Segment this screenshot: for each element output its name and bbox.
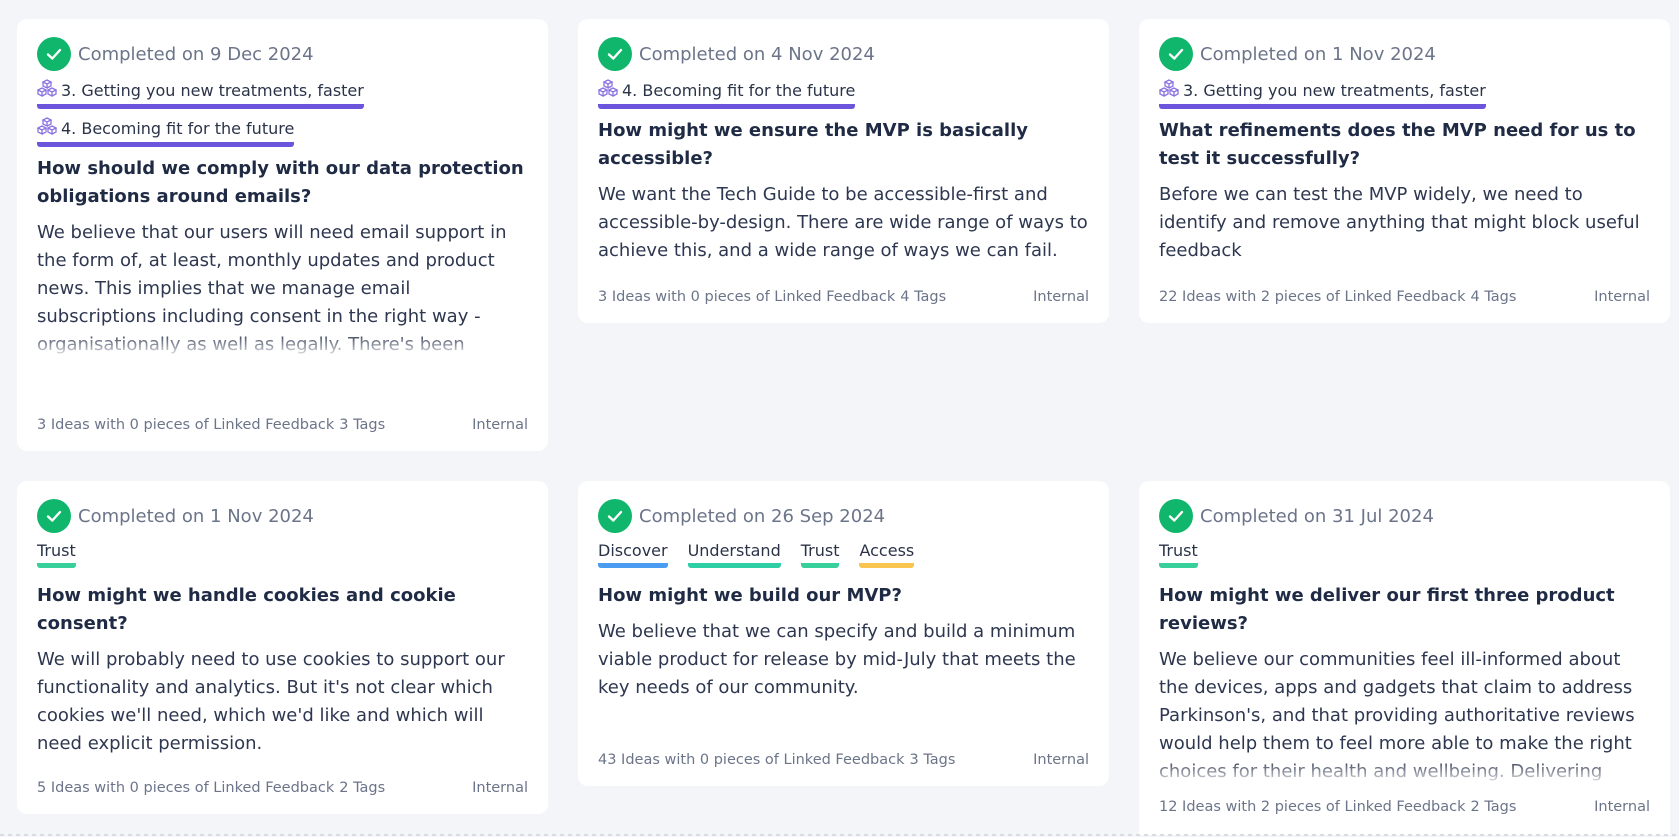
visibility-label: Internal	[472, 780, 528, 796]
theme-tag[interactable]: 4. Becoming fit for the future	[36, 117, 295, 147]
tags-count: 4 Tags	[1470, 289, 1517, 305]
status-row: Completed on 31 Jul 2024	[1159, 499, 1650, 533]
card-title[interactable]: How might we ensure the MVP is basically…	[598, 117, 1089, 173]
visibility-label: Internal	[472, 417, 528, 433]
ideas-count: 43 Ideas with 0 pieces of Linked Feedbac…	[598, 752, 905, 768]
problem-card[interactable]: Completed on 31 Jul 2024 Trust How might…	[1139, 481, 1670, 835]
theme-tag[interactable]: 4. Becoming fit for the future	[597, 79, 856, 109]
problem-card[interactable]: Completed on 1 Nov 2024 Trust How might …	[17, 481, 548, 814]
card-title[interactable]: How might we deliver our first three pro…	[1159, 582, 1650, 638]
ideas-count: 12 Ideas with 2 pieces of Linked Feedbac…	[1159, 799, 1466, 815]
card-footer: 22 Ideas with 2 pieces of Linked Feedbac…	[1159, 289, 1650, 305]
card-description: We believe that we can specify and build…	[598, 621, 1076, 698]
cubes-icon	[36, 117, 58, 139]
card-footer: 3 Ideas with 0 pieces of Linked Feedback…	[598, 289, 1089, 305]
card-title[interactable]: What refinements does the MVP need for u…	[1159, 117, 1650, 173]
card-description: We want the Tech Guide to be accessible-…	[598, 184, 1088, 261]
tags-count: 2 Tags	[1470, 799, 1517, 815]
ideas-count: 22 Ideas with 2 pieces of Linked Feedbac…	[1159, 289, 1466, 305]
theme-label: 4. Becoming fit for the future	[61, 119, 295, 138]
ideas-count: 5 Ideas with 0 pieces of Linked Feedback	[37, 780, 335, 796]
label-tag[interactable]: Trust	[37, 541, 76, 568]
card-title[interactable]: How might we handle cookies and cookie c…	[37, 582, 528, 638]
theme-label: 3. Getting you new treatments, faster	[1183, 81, 1486, 100]
theme-list: 3. Getting you new treatments, faster 4.…	[36, 79, 528, 147]
status-row: Completed on 26 Sep 2024	[598, 499, 1089, 533]
status-text: Completed on 31 Jul 2024	[1200, 505, 1434, 527]
problem-card[interactable]: Completed on 26 Sep 2024 Discover Unders…	[578, 481, 1109, 786]
theme-tag[interactable]: 3. Getting you new treatments, faster	[1158, 79, 1486, 109]
ideas-count: 3 Ideas with 0 pieces of Linked Feedback	[37, 417, 335, 433]
status-row: Completed on 4 Nov 2024	[598, 37, 1089, 71]
tags-count: 2 Tags	[339, 780, 386, 796]
status-row: Completed on 1 Nov 2024	[1159, 37, 1650, 71]
tags-count: 4 Tags	[900, 289, 947, 305]
card-footer: 5 Ideas with 0 pieces of Linked Feedback…	[37, 780, 528, 796]
visibility-label: Internal	[1594, 289, 1650, 305]
tags-count: 3 Tags	[909, 752, 956, 768]
visibility-label: Internal	[1594, 799, 1650, 815]
cubes-icon	[597, 79, 619, 101]
card-description: We will probably need to use cookies to …	[37, 649, 505, 754]
label-list: Trust	[1159, 541, 1650, 568]
card-title[interactable]: How might we build our MVP?	[598, 582, 1089, 610]
theme-label: 4. Becoming fit for the future	[622, 81, 856, 100]
cubes-icon	[1158, 79, 1180, 101]
ideas-count: 3 Ideas with 0 pieces of Linked Feedback	[598, 289, 896, 305]
status-row: Completed on 1 Nov 2024	[37, 499, 528, 533]
problem-card[interactable]: Completed on 1 Nov 2024 3. Getting you n…	[1139, 19, 1670, 323]
card-footer: 3 Ideas with 0 pieces of Linked Feedback…	[37, 417, 528, 433]
status-row: Completed on 9 Dec 2024	[37, 37, 528, 71]
problem-card[interactable]: Completed on 4 Nov 2024 4. Becoming fit …	[578, 19, 1109, 323]
card-description: We believe our communities feel ill-info…	[1159, 646, 1650, 786]
check-icon	[1159, 37, 1193, 71]
card-footer: 12 Ideas with 2 pieces of Linked Feedbac…	[1159, 799, 1650, 815]
label-list: Trust	[37, 541, 528, 568]
card-description: We believe that our users will need emai…	[37, 219, 528, 359]
label-list: Discover Understand Trust Access	[598, 541, 1089, 568]
label-tag[interactable]: Discover	[598, 541, 668, 568]
page-divider	[0, 834, 1679, 836]
status-text: Completed on 1 Nov 2024	[1200, 43, 1436, 65]
visibility-label: Internal	[1033, 752, 1089, 768]
card-footer: 43 Ideas with 0 pieces of Linked Feedbac…	[598, 752, 1089, 768]
problem-card[interactable]: Completed on 9 Dec 2024 3. Getting you n…	[17, 19, 548, 451]
check-icon	[37, 37, 71, 71]
status-text: Completed on 4 Nov 2024	[639, 43, 875, 65]
theme-tag[interactable]: 3. Getting you new treatments, faster	[36, 79, 364, 109]
theme-list: 3. Getting you new treatments, faster	[1158, 79, 1650, 109]
theme-list: 4. Becoming fit for the future	[597, 79, 1089, 109]
card-description: Before we can test the MVP widely, we ne…	[1159, 184, 1640, 261]
label-tag[interactable]: Trust	[800, 541, 840, 568]
card-title[interactable]: How should we comply with our data prote…	[37, 155, 528, 211]
theme-label: 3. Getting you new treatments, faster	[61, 81, 364, 100]
visibility-label: Internal	[1033, 289, 1089, 305]
check-icon	[598, 37, 632, 71]
label-tag[interactable]: Trust	[1159, 541, 1198, 568]
label-tag[interactable]: Access	[859, 541, 915, 568]
status-text: Completed on 26 Sep 2024	[639, 505, 886, 527]
check-icon	[598, 499, 632, 533]
status-text: Completed on 1 Nov 2024	[78, 505, 314, 527]
status-text: Completed on 9 Dec 2024	[78, 43, 314, 65]
cubes-icon	[36, 79, 58, 101]
check-icon	[1159, 499, 1193, 533]
check-icon	[37, 499, 71, 533]
label-tag[interactable]: Understand	[687, 541, 781, 568]
tags-count: 3 Tags	[339, 417, 386, 433]
